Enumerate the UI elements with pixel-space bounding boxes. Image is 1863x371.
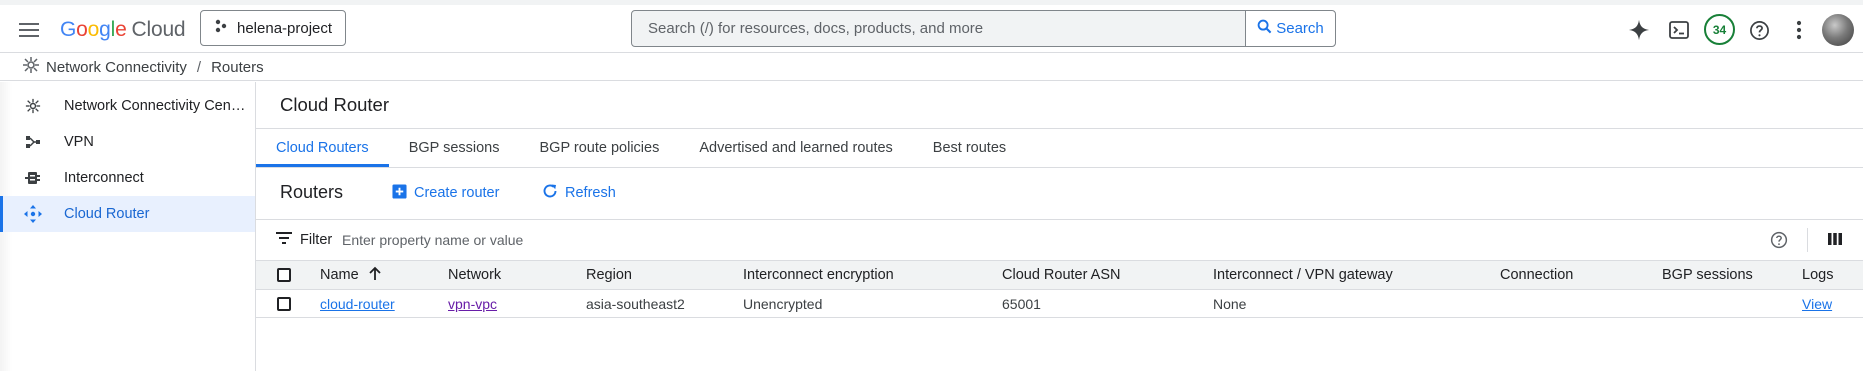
breadcrumb-separator: /	[196, 58, 202, 76]
divider	[256, 167, 1863, 168]
cloud-router-icon	[24, 205, 42, 223]
more-vert-icon[interactable]	[1786, 17, 1812, 43]
sidebar-item-interconnect[interactable]: Interconnect	[0, 160, 255, 196]
column-header-connection[interactable]: Connection	[1500, 261, 1573, 289]
help-icon[interactable]	[1746, 17, 1772, 43]
search-button[interactable]: Search	[1245, 11, 1335, 46]
add-box-icon	[392, 183, 407, 203]
refresh-label: Refresh	[565, 185, 616, 201]
help-icon[interactable]	[1770, 231, 1788, 252]
sidebar-item-label: Network Connectivity Cen…	[64, 98, 246, 114]
hub-icon	[22, 56, 40, 78]
column-header-name[interactable]: Name	[320, 261, 381, 289]
logo-google-text: Google	[60, 18, 127, 41]
create-router-button[interactable]: Create router	[392, 181, 499, 205]
sort-arrow-up-icon	[369, 266, 381, 284]
gateway-cell: None	[1213, 295, 1247, 312]
table-header: Name Network Region Interconnect encrypt…	[256, 260, 1863, 290]
asn-cell: 65001	[1002, 295, 1041, 312]
project-picker-button[interactable]: helena-project	[200, 10, 346, 46]
breadcrumb: Network Connectivity / Routers	[0, 54, 1863, 81]
tab-bar: Cloud Routers BGP sessions BGP route pol…	[256, 129, 1026, 167]
interconnect-icon	[24, 169, 42, 187]
network-link[interactable]: vpn-vpc	[448, 296, 497, 312]
tab-bgp-route-policies[interactable]: BGP route policies	[520, 129, 680, 167]
column-header-bgp-sessions[interactable]: BGP sessions	[1662, 261, 1753, 289]
page-title: Cloud Router	[280, 94, 390, 115]
sidebar-item-cloud-router[interactable]: Cloud Router	[0, 196, 255, 232]
menu-icon[interactable]	[16, 17, 42, 43]
tab-best-routes[interactable]: Best routes	[913, 129, 1026, 167]
divider	[1807, 228, 1808, 252]
checkbox-box	[277, 296, 291, 311]
table-row: cloud-router vpn-vpc asia-southeast2 Une…	[256, 290, 1863, 318]
project-icon	[214, 19, 228, 37]
notifications-badge[interactable]: 34	[1704, 14, 1735, 45]
sidebar-item-network-connectivity-center[interactable]: Network Connectivity Cen…	[0, 88, 255, 124]
search-icon	[1257, 19, 1272, 38]
checkbox-box	[277, 268, 291, 282]
router-name-link[interactable]: cloud-router	[320, 296, 395, 312]
avatar[interactable]	[1822, 14, 1854, 46]
filter-button[interactable]: Filter	[276, 232, 332, 248]
tab-cloud-routers[interactable]: Cloud Routers	[256, 129, 389, 167]
top-bar: GoogleCloud helena-project Search 34	[0, 0, 1863, 53]
filter-bar: Filter	[256, 220, 1863, 260]
filter-icon	[276, 232, 292, 248]
gemini-sparkle-icon[interactable]	[1626, 17, 1652, 43]
tab-advertised-learned-routes[interactable]: Advertised and learned routes	[679, 129, 912, 167]
vpn-icon	[24, 133, 42, 151]
select-all-checkbox[interactable]	[277, 261, 291, 289]
search-bar: Search	[631, 10, 1336, 47]
column-header-region[interactable]: Region	[586, 261, 632, 289]
search-button-label: Search	[1276, 20, 1324, 37]
google-cloud-logo[interactable]: Google Cloud	[60, 18, 186, 42]
view-logs-link[interactable]: View	[1802, 296, 1832, 312]
sidebar-item-label: Cloud Router	[64, 206, 150, 222]
column-header-network[interactable]: Network	[448, 261, 501, 289]
sidebar: Network Connectivity Cen… VPN Interconne…	[0, 82, 256, 371]
column-display-icon[interactable]	[1827, 231, 1843, 250]
search-input[interactable]	[632, 11, 1245, 46]
tab-bgp-sessions[interactable]: BGP sessions	[389, 129, 520, 167]
sidebar-item-vpn[interactable]: VPN	[0, 124, 255, 160]
project-name: helena-project	[237, 19, 333, 37]
encryption-cell: Unencrypted	[743, 295, 823, 312]
create-router-label: Create router	[414, 185, 500, 201]
breadcrumb-service-link[interactable]: Network Connectivity	[46, 59, 187, 76]
region-cell: asia-southeast2	[586, 295, 685, 312]
logo-cloud-text: Cloud	[131, 18, 186, 41]
section-title: Routers	[280, 182, 344, 202]
sidebar-item-label: Interconnect	[64, 170, 144, 186]
filter-input[interactable]	[342, 232, 1042, 248]
hub-icon	[24, 97, 42, 115]
column-header-label: Name	[320, 267, 359, 283]
column-header-cloud-router-asn[interactable]: Cloud Router ASN	[1002, 261, 1120, 289]
sidebar-item-label: VPN	[64, 134, 94, 150]
column-header-interconnect-encryption[interactable]: Interconnect encryption	[743, 261, 894, 289]
cloud-shell-icon[interactable]	[1666, 17, 1692, 43]
refresh-icon	[542, 183, 558, 203]
column-header-logs: Logs	[1802, 267, 1834, 283]
breadcrumb-current-page: Routers	[211, 58, 264, 76]
column-header-interconnect-vpn-gateway[interactable]: Interconnect / VPN gateway	[1213, 261, 1393, 289]
refresh-button[interactable]: Refresh	[542, 181, 616, 205]
filter-label: Filter	[300, 232, 333, 248]
row-checkbox[interactable]	[277, 290, 291, 317]
